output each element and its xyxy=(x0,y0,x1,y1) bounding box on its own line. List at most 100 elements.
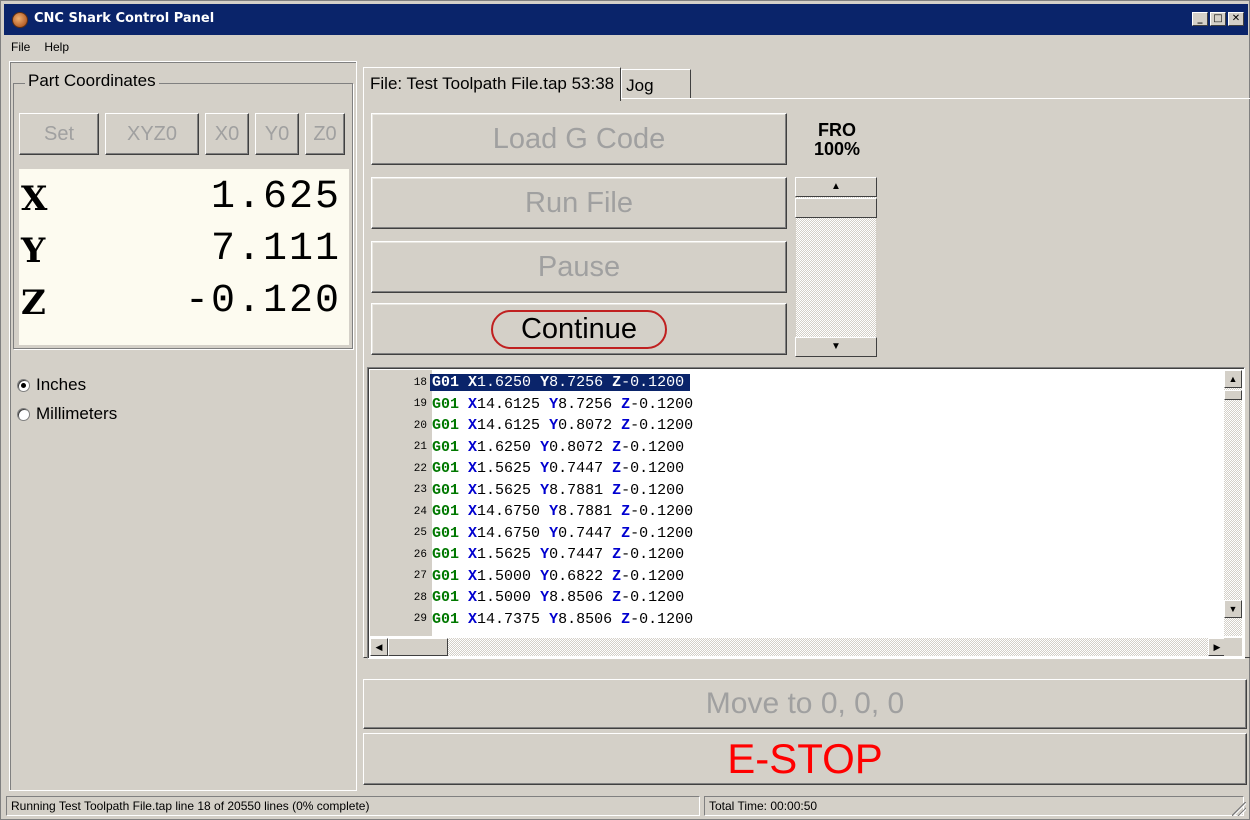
vertical-scroll-thumb[interactable] xyxy=(1224,390,1242,400)
move-to-zero-button[interactable]: Move to 0, 0, 0 xyxy=(363,679,1247,729)
tab-file[interactable]: File: Test Toolpath File.tap 53:38 xyxy=(363,67,622,101)
x-readout: X 1.625 xyxy=(19,175,349,231)
gcode-line[interactable]: 21 G01 X1.6250 Y0.8072 Z-0.1200 xyxy=(370,437,1226,459)
y0-button[interactable]: Y0 xyxy=(255,113,299,155)
scrollbar-corner xyxy=(1224,638,1242,656)
x-key: X xyxy=(468,567,478,585)
fro-slider-thumb[interactable] xyxy=(795,198,877,218)
title-bar[interactable]: CNC Shark Control Panel _ □ ✕ xyxy=(4,4,1248,35)
z-value: -0.1200 xyxy=(621,589,685,607)
x-value: 1.5000 xyxy=(477,567,532,585)
gcode-line[interactable]: 29 G01 X14.7375 Y8.8506 Z-0.1200 xyxy=(370,609,1226,631)
gcode-line[interactable]: 25 G01 X14.6750 Y0.7447 Z-0.1200 xyxy=(370,523,1226,545)
z-axis-label: Z xyxy=(21,283,46,323)
gcode-line[interactable]: 22 G01 X1.5625 Y0.7447 Z-0.1200 xyxy=(370,458,1226,480)
horizontal-scroll-thumb[interactable] xyxy=(388,638,448,656)
tab-jog[interactable]: Jog xyxy=(621,69,691,99)
resize-grip-icon[interactable] xyxy=(1232,802,1246,816)
gcode-listing[interactable]: 18 G01 X1.6250 Y8.7256 Z-0.1200 19 G01 X14.… xyxy=(367,367,1245,659)
y-value: 0.6822 xyxy=(549,567,604,585)
z-value: -0.1200 xyxy=(621,460,685,478)
scroll-up-button[interactable]: ▲ xyxy=(1224,370,1242,388)
x-value: 1.5625 xyxy=(477,460,532,478)
y-key: Y xyxy=(540,460,550,478)
fro-up-button[interactable]: ▲ xyxy=(795,177,877,197)
run-file-button[interactable]: Run File xyxy=(371,177,787,229)
y-key: Y xyxy=(540,589,550,607)
total-time: Total Time: 00:00:50 xyxy=(704,796,1244,816)
z-value: -0.1200 xyxy=(630,395,694,413)
status-bar: Running Test Toolpath File.tap line 18 o… xyxy=(4,794,1248,818)
gcode-command: G01 xyxy=(432,460,460,478)
z-value: -0.1200 xyxy=(621,567,685,585)
close-button[interactable]: ✕ xyxy=(1228,12,1244,26)
gcode-line[interactable]: 24 G01 X14.6750 Y8.7881 Z-0.1200 xyxy=(370,501,1226,523)
tab-strip: File: Test Toolpath File.tap 53:38 Jog xyxy=(363,67,691,101)
y-value: 8.7256 xyxy=(549,374,604,392)
gcode-line[interactable]: 27 G01 X1.5000 Y0.6822 Z-0.1200 xyxy=(370,566,1226,588)
gcode-line[interactable]: 18 G01 X1.6250 Y8.7256 Z-0.1200 xyxy=(370,372,1226,394)
inches-radio[interactable] xyxy=(17,378,30,392)
menu-file[interactable]: File xyxy=(4,37,37,59)
menu-help[interactable]: Help xyxy=(37,37,76,59)
z-readout: Z -0.120 xyxy=(19,279,349,335)
fro-down-button[interactable]: ▼ xyxy=(795,337,877,357)
x-value: 14.6750 xyxy=(477,503,541,521)
gcode-line[interactable]: 20 G01 X14.6125 Y0.8072 Z-0.1200 xyxy=(370,415,1226,437)
gcode-text: G01 X14.6750 Y8.7881 Z-0.1200 xyxy=(430,503,693,520)
gcode-line[interactable]: 28 G01 X1.5000 Y8.8506 Z-0.1200 xyxy=(370,587,1226,609)
gcode-line[interactable]: 19 G01 X14.6125 Y8.7256 Z-0.1200 xyxy=(370,394,1226,416)
menu-bar: File Help xyxy=(4,37,76,59)
coordinate-buttons: Set XYZ0 X0 Y0 Z0 xyxy=(19,113,345,155)
gcode-text: G01 X1.5625 Y0.7447 Z-0.1200 xyxy=(430,460,684,477)
z-key: Z xyxy=(612,481,622,499)
load-gcode-button[interactable]: Load G Code xyxy=(371,113,787,165)
fro-display: FRO 100% xyxy=(797,121,877,159)
x-key: X xyxy=(468,524,478,542)
y-key: Y xyxy=(540,374,550,392)
z0-button[interactable]: Z0 xyxy=(305,113,345,155)
set-button[interactable]: Set xyxy=(19,113,99,155)
estop-button[interactable]: E-STOP xyxy=(363,733,1247,785)
scroll-down-button[interactable]: ▼ xyxy=(1224,600,1242,618)
horizontal-scrollbar[interactable]: ◀ ▶ xyxy=(370,638,1226,656)
gcode-line[interactable]: 26 G01 X1.5625 Y0.7447 Z-0.1200 xyxy=(370,544,1226,566)
y-key: Y xyxy=(540,481,550,499)
minimize-button[interactable]: _ xyxy=(1192,12,1208,26)
z-key: Z xyxy=(621,524,631,542)
pause-button[interactable]: Pause xyxy=(371,241,787,293)
maximize-button[interactable]: □ xyxy=(1210,12,1226,26)
x0-button[interactable]: X0 xyxy=(205,113,249,155)
x-value: 1.5000 xyxy=(477,589,532,607)
z-key: Z xyxy=(612,374,622,392)
x-value: 1.5625 xyxy=(477,481,532,499)
millimeters-radio[interactable] xyxy=(17,407,30,421)
z-value: -0.1200 xyxy=(630,417,694,435)
gcode-text: G01 X1.5625 Y8.7881 Z-0.1200 xyxy=(430,482,684,499)
x-key: X xyxy=(468,417,478,435)
x-key: X xyxy=(468,460,478,478)
coordinate-readout: X 1.625 Y 7.111 Z -0.120 xyxy=(19,169,349,345)
line-number: 23 xyxy=(413,484,427,497)
x-key: X xyxy=(468,589,478,607)
x-value: 1.6250 xyxy=(477,438,532,456)
xyz0-button[interactable]: XYZ0 xyxy=(105,113,199,155)
y-value: 8.7256 xyxy=(558,395,613,413)
z-key: Z xyxy=(621,417,631,435)
x-key: X xyxy=(468,610,478,628)
gcode-command: G01 xyxy=(432,481,460,499)
inches-option[interactable]: Inches xyxy=(17,375,86,395)
y-key: Y xyxy=(549,395,559,413)
y-key: Y xyxy=(549,503,559,521)
app-icon xyxy=(12,12,28,28)
scroll-left-button[interactable]: ◀ xyxy=(370,638,388,656)
vertical-scrollbar[interactable]: ▲ ▼ xyxy=(1224,370,1242,636)
line-number: 25 xyxy=(413,527,427,540)
x-key: X xyxy=(468,481,478,499)
millimeters-option[interactable]: Millimeters xyxy=(17,404,117,424)
gcode-command: G01 xyxy=(432,417,460,435)
y-value: 0.7447 xyxy=(549,460,604,478)
continue-button[interactable]: Continue xyxy=(371,303,787,355)
window-controls: _ □ ✕ xyxy=(1192,12,1244,26)
gcode-line[interactable]: 23 G01 X1.5625 Y8.7881 Z-0.1200 xyxy=(370,480,1226,502)
